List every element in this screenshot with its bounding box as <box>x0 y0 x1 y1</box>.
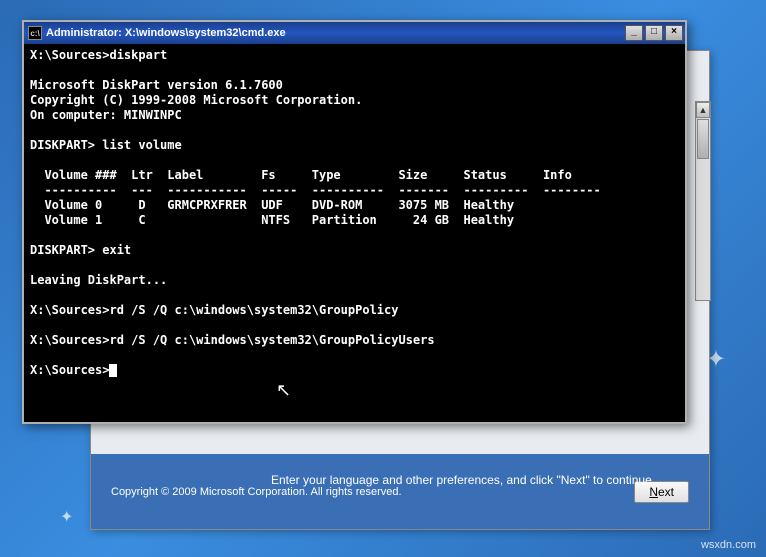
typed-command: exit <box>102 243 131 257</box>
prompt: X:\Sources> <box>30 303 109 317</box>
prompt: X:\Sources> <box>30 363 109 377</box>
minimize-button[interactable]: _ <box>625 25 643 41</box>
output-line: Leaving DiskPart... <box>30 273 167 287</box>
table-row: Volume 0 D GRMCPRXFRER UDF DVD-ROM 3075 … <box>30 198 514 212</box>
maximize-button[interactable]: □ <box>645 25 663 41</box>
table-rule: ---------- --- ----------- ----- -------… <box>30 183 601 197</box>
close-button[interactable]: × <box>665 25 683 41</box>
diskpart-banner: On computer: MINWINPC <box>30 108 182 122</box>
scroll-thumb[interactable] <box>697 119 709 159</box>
scroll-up-button[interactable]: ▲ <box>696 102 710 118</box>
typed-command: list volume <box>102 138 181 152</box>
setup-scrollbar[interactable]: ▲ <box>695 101 711 301</box>
diskpart-prompt: DISKPART> <box>30 138 102 152</box>
window-title: Administrator: X:\windows\system32\cmd.e… <box>46 27 625 39</box>
setup-hint-text: Enter your language and other preference… <box>271 473 655 487</box>
text-cursor <box>109 364 117 377</box>
diskpart-banner: Copyright (C) 1999-2008 Microsoft Corpor… <box>30 93 362 107</box>
cmd-icon: c:\ <box>28 26 42 40</box>
typed-command: rd /S /Q c:\windows\system32\GroupPolicy <box>109 303 398 317</box>
terminal-output[interactable]: X:\Sources>diskpart Microsoft DiskPart v… <box>24 44 685 422</box>
bg-star-icon: ✦ <box>60 507 73 527</box>
diskpart-prompt: DISKPART> <box>30 243 102 257</box>
cmd-window: c:\ Administrator: X:\windows\system32\c… <box>22 20 687 424</box>
prompt: X:\Sources> <box>30 333 109 347</box>
diskpart-banner: Microsoft DiskPart version 6.1.7600 <box>30 78 283 92</box>
setup-footer: Copyright © 2009 Microsoft Corporation. … <box>91 454 709 529</box>
typed-command: rd /S /Q c:\windows\system32\GroupPolicy… <box>109 333 434 347</box>
table-header: Volume ### Ltr Label Fs Type Size Status… <box>30 168 572 182</box>
table-row: Volume 1 C NTFS Partition 24 GB Healthy <box>30 213 514 227</box>
copyright-text: Copyright © 2009 Microsoft Corporation. … <box>111 486 402 498</box>
prompt: X:\Sources> <box>30 48 109 62</box>
typed-command: diskpart <box>109 48 167 62</box>
watermark-text: wsxdn.com <box>701 539 756 551</box>
titlebar[interactable]: c:\ Administrator: X:\windows\system32\c… <box>24 22 685 44</box>
